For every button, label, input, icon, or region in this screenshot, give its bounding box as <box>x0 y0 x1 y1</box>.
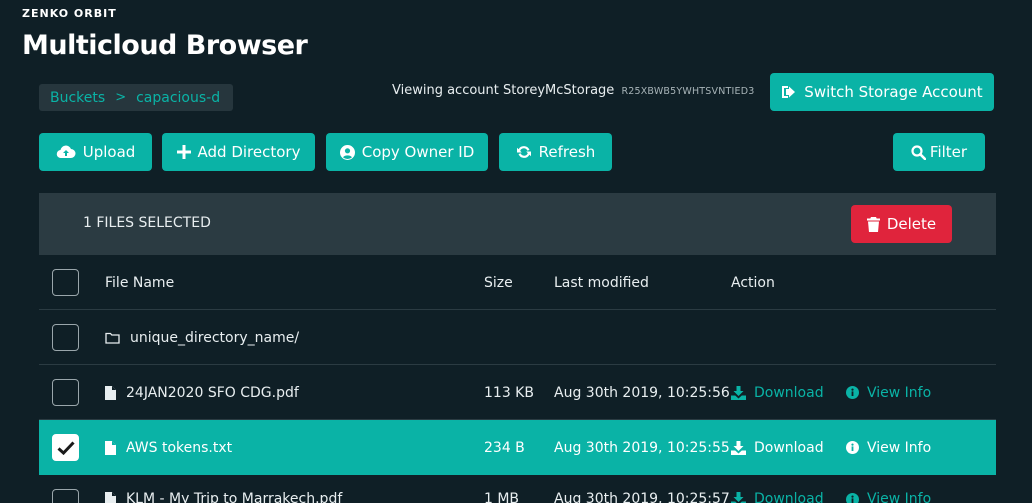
file-size: 113 KB <box>484 384 534 401</box>
upload-button[interactable]: Upload <box>39 133 152 171</box>
view-info-link[interactable]: View Info <box>846 491 931 503</box>
file-icon <box>105 440 116 455</box>
filter-button[interactable]: Filter <box>893 133 985 171</box>
download-cell: Download <box>731 475 824 503</box>
row-checkbox[interactable] <box>52 489 79 503</box>
view-info-label: View Info <box>867 491 932 503</box>
download-link[interactable]: Download <box>731 440 824 456</box>
view-info-cell: View Info <box>846 420 931 475</box>
row-checkbox[interactable] <box>52 324 79 351</box>
download-link[interactable]: Download <box>731 491 824 503</box>
copy-owner-id-button[interactable]: Copy Owner ID <box>326 133 488 171</box>
download-label: Download <box>754 384 824 401</box>
trash-icon <box>866 216 880 232</box>
account-label: Viewing account StoreyMcStorage <box>392 83 615 98</box>
file-name: AWS tokens.txt <box>126 439 233 456</box>
view-info-cell: View Info <box>846 365 931 420</box>
view-info-link[interactable]: View Info <box>846 385 931 401</box>
view-info-label: View Info <box>867 439 932 456</box>
breadcrumb: Buckets > capacious-d <box>39 84 234 111</box>
download-cell: Download <box>731 420 824 475</box>
file-name: KLM - My Trip to Marrakech.pdf <box>126 491 343 503</box>
download-icon <box>731 385 746 400</box>
download-icon <box>731 440 746 455</box>
download-link[interactable]: Download <box>731 385 824 401</box>
folder-icon <box>105 332 120 344</box>
row-checkbox-checked[interactable] <box>52 434 79 461</box>
table-row[interactable]: 24JAN2020 SFO CDG.pdf 113 KB Aug 30th 20… <box>39 365 996 420</box>
download-cell: Download <box>731 365 824 420</box>
page-title: Multicloud Browser <box>22 30 308 61</box>
folder-name[interactable]: unique_directory_name/ <box>130 330 299 346</box>
header-size: Size <box>484 274 513 291</box>
copy-owner-id-label: Copy Owner ID <box>361 143 475 161</box>
selection-bar: 1 FILES SELECTED Delete <box>39 193 996 255</box>
switch-storage-account-label: Switch Storage Account <box>804 83 983 101</box>
info-circle-icon <box>846 441 859 454</box>
header-file-name: File Name <box>105 274 175 291</box>
cloud-upload-icon <box>56 145 76 159</box>
account-info: Viewing account StoreyMcStorage R25XBWB5… <box>392 83 755 98</box>
download-icon <box>731 492 746 503</box>
delete-label: Delete <box>886 215 937 233</box>
file-name: 24JAN2020 SFO CDG.pdf <box>126 384 299 401</box>
select-all-checkbox[interactable] <box>52 269 79 296</box>
sign-out-icon <box>781 85 797 99</box>
refresh-label: Refresh <box>538 143 596 161</box>
name-cell: AWS tokens.txt <box>105 420 232 475</box>
switch-storage-account-button[interactable]: Switch Storage Account <box>770 73 994 111</box>
add-directory-label: Add Directory <box>197 143 301 161</box>
account-id: R25XBWB5YWHTSVNTIED3 <box>621 86 755 97</box>
filter-label: Filter <box>929 143 968 161</box>
table-row[interactable]: KLM - My Trip to Marrakech.pdf 1 MB Aug … <box>39 475 996 503</box>
view-info-link[interactable]: View Info <box>846 440 931 456</box>
name-cell: KLM - My Trip to Marrakech.pdf <box>105 475 342 503</box>
breadcrumb-buckets-link[interactable]: Buckets <box>50 90 105 106</box>
download-label: Download <box>754 491 824 503</box>
file-icon <box>105 492 116 503</box>
file-icon <box>105 385 116 400</box>
table-header: File Name Size Last modified Action <box>39 255 996 310</box>
upload-label: Upload <box>82 143 136 161</box>
file-table: File Name Size Last modified Action uniq… <box>39 255 996 503</box>
file-modified: Aug 30th 2019, 10:25:57 <box>554 491 730 503</box>
table-row-selected[interactable]: AWS tokens.txt 234 B Aug 30th 2019, 10:2… <box>39 420 996 475</box>
header-last-modified: Last modified <box>554 274 649 291</box>
plus-icon <box>176 145 191 159</box>
file-size: 234 B <box>484 439 525 456</box>
download-label: Download <box>754 439 824 456</box>
name-cell: unique_directory_name/ <box>105 310 299 365</box>
file-size: 1 MB <box>484 491 520 503</box>
table-row[interactable]: unique_directory_name/ <box>39 310 996 365</box>
brand-logo: ZENKO ORBIT <box>22 7 117 20</box>
breadcrumb-separator: > <box>115 90 127 105</box>
checkmark-icon <box>56 440 75 455</box>
app-root: ZENKO ORBIT Multicloud Browser Buckets >… <box>0 0 1032 503</box>
add-directory-button[interactable]: Add Directory <box>162 133 315 171</box>
file-modified: Aug 30th 2019, 10:25:55 <box>554 439 730 456</box>
info-circle-icon <box>846 492 859 503</box>
view-info-label: View Info <box>867 384 932 401</box>
info-circle-icon <box>846 386 859 399</box>
row-checkbox[interactable] <box>52 379 79 406</box>
name-cell: 24JAN2020 SFO CDG.pdf <box>105 365 299 420</box>
view-info-cell: View Info <box>846 475 931 503</box>
refresh-button[interactable]: Refresh <box>499 133 612 171</box>
delete-button[interactable]: Delete <box>851 205 952 243</box>
search-icon <box>911 144 926 160</box>
breadcrumb-current-bucket[interactable]: capacious-d <box>136 90 220 106</box>
selection-count: 1 FILES SELECTED <box>83 215 211 231</box>
user-circle-icon <box>339 144 355 160</box>
file-modified: Aug 30th 2019, 10:25:56 <box>554 384 730 401</box>
refresh-icon <box>516 144 532 160</box>
header-action: Action <box>731 274 775 291</box>
